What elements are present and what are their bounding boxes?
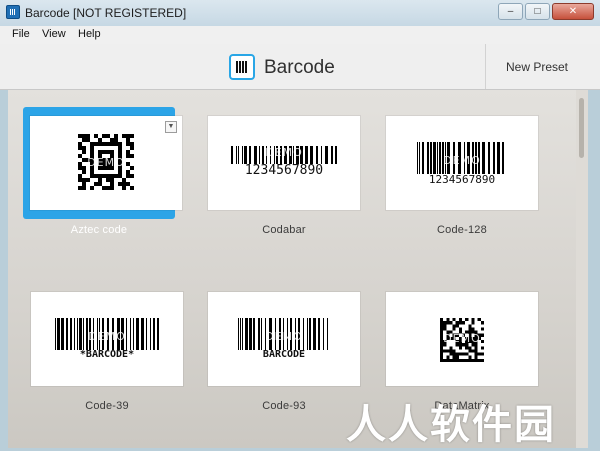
preset-tile-codabar[interactable]: 1234567890 DEMO Codabar [208, 116, 360, 236]
codabar-barcode-icon [231, 146, 337, 164]
chevron-down-icon[interactable]: ▼ [165, 121, 177, 133]
barcode-preview: ▼ DEMO [30, 116, 182, 210]
menu-bar: File View Help [0, 26, 600, 45]
minimize-icon[interactable]: – [498, 3, 523, 20]
vertical-scrollbar[interactable] [576, 90, 588, 448]
barcode-logo-icon [229, 54, 255, 80]
scroll-thumb[interactable] [579, 98, 584, 158]
preset-label: Code-39 [85, 400, 129, 412]
window-title: Barcode [NOT REGISTERED] [25, 6, 187, 20]
barcode-preview: 1234567890 DEMO [208, 116, 360, 210]
preset-tile-code128[interactable]: 1234567890 DEMO Code-128 [386, 116, 538, 236]
barcode-digits: BARCODE [262, 349, 306, 360]
preset-tile-aztec[interactable]: ▼ DEMO Aztec code [23, 107, 182, 236]
code39-barcode-icon [55, 318, 159, 350]
new-preset-button[interactable]: New Preset [486, 44, 588, 89]
window-controls: – □ ✕ [498, 3, 594, 20]
toolbar: Barcode New Preset [0, 44, 600, 90]
menu-view[interactable]: View [42, 28, 66, 40]
menu-file[interactable]: File [12, 28, 30, 40]
aztec-code-icon [78, 134, 134, 190]
datamatrix-code-icon [440, 318, 484, 362]
app-name: Barcode [264, 57, 335, 78]
barcode-digits: 1234567890 [428, 173, 496, 186]
maximize-icon[interactable]: □ [525, 3, 550, 20]
barcode-preview: DEMO [386, 292, 538, 386]
title-bar[interactable]: Barcode [NOT REGISTERED] – □ ✕ [0, 0, 600, 27]
preset-label: Aztec code [70, 224, 128, 236]
barcode-preview: *BARCODE* DEMO [31, 292, 183, 386]
menu-help[interactable]: Help [78, 28, 101, 40]
barcode-preview: BARCODE DEMO [208, 292, 360, 386]
site-watermark: 人人软件园 [346, 402, 556, 448]
barcode-digits: 1234567890 [244, 163, 324, 178]
app-window: Barcode [NOT REGISTERED] – □ ✕ File View… [0, 0, 600, 451]
barcode-digits: *BARCODE* [79, 349, 135, 360]
preset-tile-datamatrix[interactable]: DEMO DataMatrix [386, 292, 538, 412]
preset-tile-code93[interactable]: BARCODE DEMO Code-93 [208, 292, 360, 412]
barcode-app-icon [6, 5, 20, 19]
preset-tile-code39[interactable]: *BARCODE* DEMO Code-39 [31, 292, 183, 412]
preset-label: Codabar [262, 224, 306, 236]
code93-barcode-icon [238, 318, 328, 350]
close-icon[interactable]: ✕ [552, 3, 594, 20]
barcode-preview: 1234567890 DEMO [386, 116, 538, 210]
preset-label: Code-128 [437, 224, 487, 236]
code128-barcode-icon [417, 142, 504, 174]
preset-label: Code-93 [262, 400, 306, 412]
